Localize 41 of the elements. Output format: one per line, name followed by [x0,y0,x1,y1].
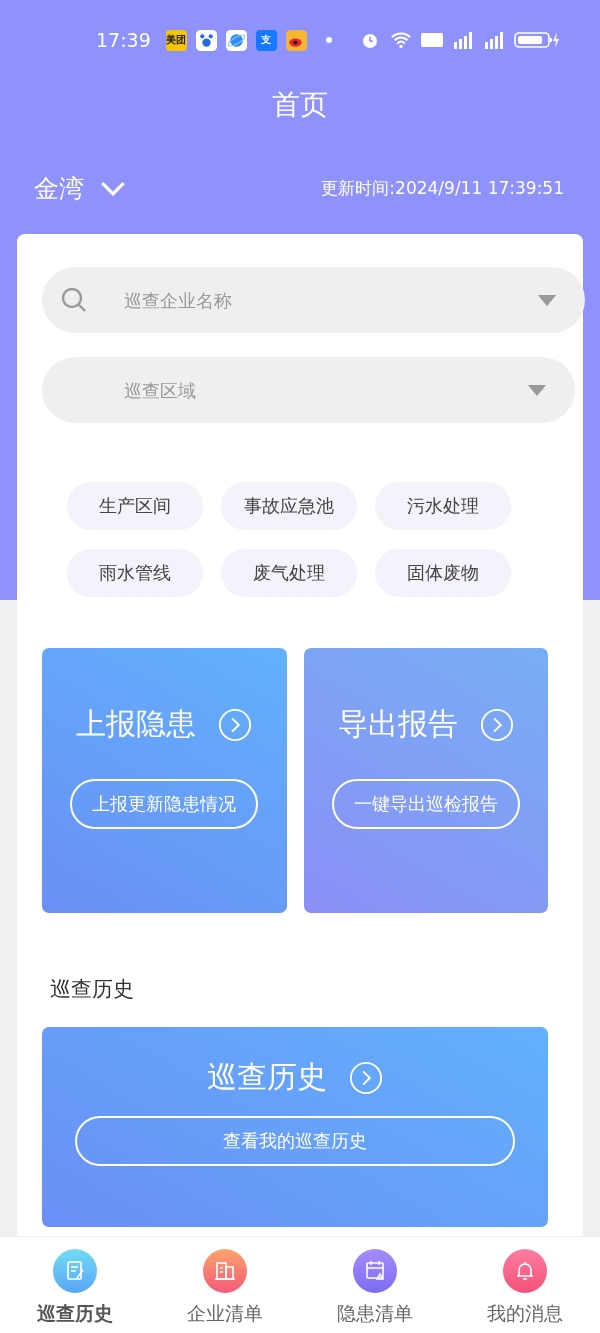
arrow-circle-icon [218,707,253,742]
search-icon [60,286,88,314]
category-chip[interactable]: 生产区间 [67,482,203,530]
chevron-down-icon [100,180,126,196]
update-time: 更新时间:2024/9/11 17:39:51 [321,176,564,200]
hd-icon [421,30,443,50]
building-icon [203,1249,247,1293]
planet-icon [225,29,247,51]
eye-icon [285,29,307,51]
arrow-circle-icon [349,1060,383,1095]
nav-tab[interactable]: 企业清单 [150,1237,300,1333]
dropdown-caret-icon [537,295,557,306]
signal-icon [452,30,474,50]
status-time: 17:39 [96,29,151,51]
category-chip[interactable]: 事故应急池 [221,482,357,530]
bell-icon [503,1249,547,1293]
nav-tab[interactable]: 巡查历史 [0,1237,150,1333]
category-chip[interactable]: 废气处理 [221,549,357,597]
action-title: 导出报告 [337,705,458,743]
dropdown-caret-icon [527,385,547,396]
dot-icon [325,37,332,43]
note-icon [53,1249,97,1293]
section-heading: 巡查历史 [50,976,135,1003]
category-chip[interactable]: 污水处理 [375,482,511,530]
app-icon: 支 [255,29,277,51]
search-field[interactable]: 巡查企业名称 [42,267,585,333]
battery-icon [514,30,560,50]
page-title: 首页 [272,87,328,123]
category-chip[interactable]: 固体废物 [375,549,511,597]
action-title: 上报隐患 [76,705,197,743]
wifi-icon [390,30,412,50]
app-icon: 美团 [165,29,187,51]
arrow-circle-icon [479,707,514,742]
paw-icon [195,29,217,51]
category-chip[interactable]: 雨水管线 [67,549,203,597]
calendar-icon [353,1249,397,1293]
nav-tab[interactable]: 隐患清单 [300,1237,450,1333]
nav-tab[interactable]: 我的消息 [450,1237,600,1333]
area-dropdown[interactable]: 巡查区域 [42,357,575,423]
signal-icon [483,30,505,50]
history-title: 巡查历史 [207,1058,327,1096]
